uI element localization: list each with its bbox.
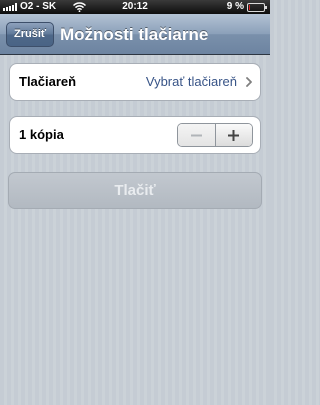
copies-label: 1 kópia [19, 127, 64, 142]
battery-percent: 9 % [226, 1, 244, 12]
plus-icon [228, 129, 240, 141]
minus-icon [190, 134, 202, 136]
increment-button[interactable] [215, 124, 252, 146]
chevron-right-icon [246, 77, 252, 87]
navigation-bar: Zrušiť Možnosti tlačiarne [0, 14, 270, 55]
printer-value: Vybrať tlačiareň [145, 74, 237, 89]
cancel-button[interactable]: Zrušiť [6, 22, 55, 47]
printer-select-row[interactable]: Tlačiareň Vybrať tlačiareň [9, 63, 261, 101]
decrement-button[interactable] [178, 124, 216, 146]
battery-icon [247, 3, 267, 12]
status-bar: O2 - SK 20:12 9 % [0, 0, 270, 14]
print-button[interactable]: Tlačiť [8, 172, 262, 209]
copies-row: 1 kópia [9, 116, 261, 154]
page-title: Možnosti tlačiarne [60, 25, 209, 44]
battery-level [249, 5, 250, 10]
printer-label: Tlačiareň [19, 74, 77, 89]
copies-stepper [177, 123, 253, 147]
